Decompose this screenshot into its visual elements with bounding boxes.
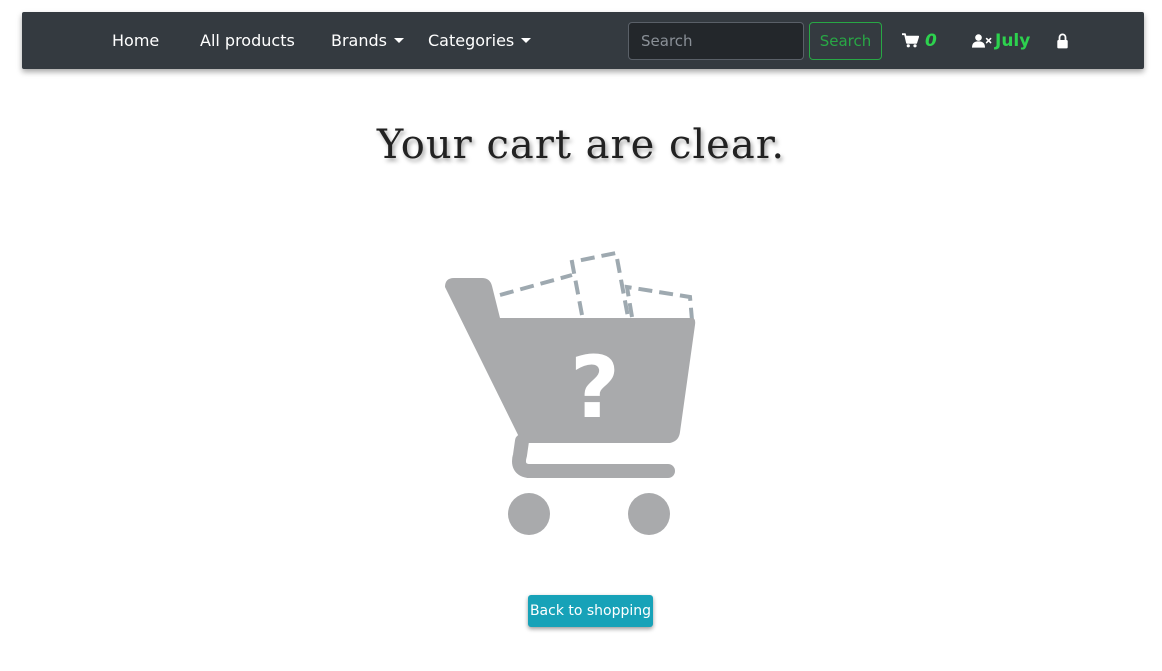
user-times-icon bbox=[972, 33, 992, 48]
shopping-cart-icon bbox=[902, 33, 919, 48]
search-button[interactable]: Search bbox=[809, 22, 882, 60]
nav-brands-label: Brands bbox=[331, 31, 387, 50]
lock-icon bbox=[1057, 32, 1068, 48]
nav-home-link[interactable]: Home bbox=[112, 12, 159, 69]
dashed-boxes bbox=[499, 250, 694, 321]
nav-brands-dropdown[interactable]: Brands bbox=[331, 12, 404, 69]
user-account-link[interactable]: July bbox=[972, 12, 1030, 69]
nav-categories-dropdown[interactable]: Categories bbox=[428, 12, 532, 69]
search-input[interactable] bbox=[628, 22, 804, 60]
question-mark: ? bbox=[570, 338, 620, 438]
cart-link[interactable]: 0 bbox=[902, 12, 937, 69]
logout-lock-link[interactable] bbox=[1057, 12, 1068, 69]
chevron-down-icon bbox=[521, 38, 532, 43]
navbar: Home All products Brands Categories Sear… bbox=[22, 12, 1144, 69]
empty-cart-heading: Your cart are clear. bbox=[376, 122, 786, 168]
empty-cart-illustration: ? bbox=[445, 250, 696, 535]
nav-categories-label: Categories bbox=[428, 31, 515, 50]
cart-count: 0 bbox=[925, 30, 937, 51]
username: July bbox=[995, 30, 1031, 51]
back-to-shopping-button[interactable]: Back to shopping bbox=[528, 595, 653, 627]
chevron-down-icon bbox=[394, 38, 404, 43]
nav-all-products-link[interactable]: All products bbox=[200, 12, 295, 69]
